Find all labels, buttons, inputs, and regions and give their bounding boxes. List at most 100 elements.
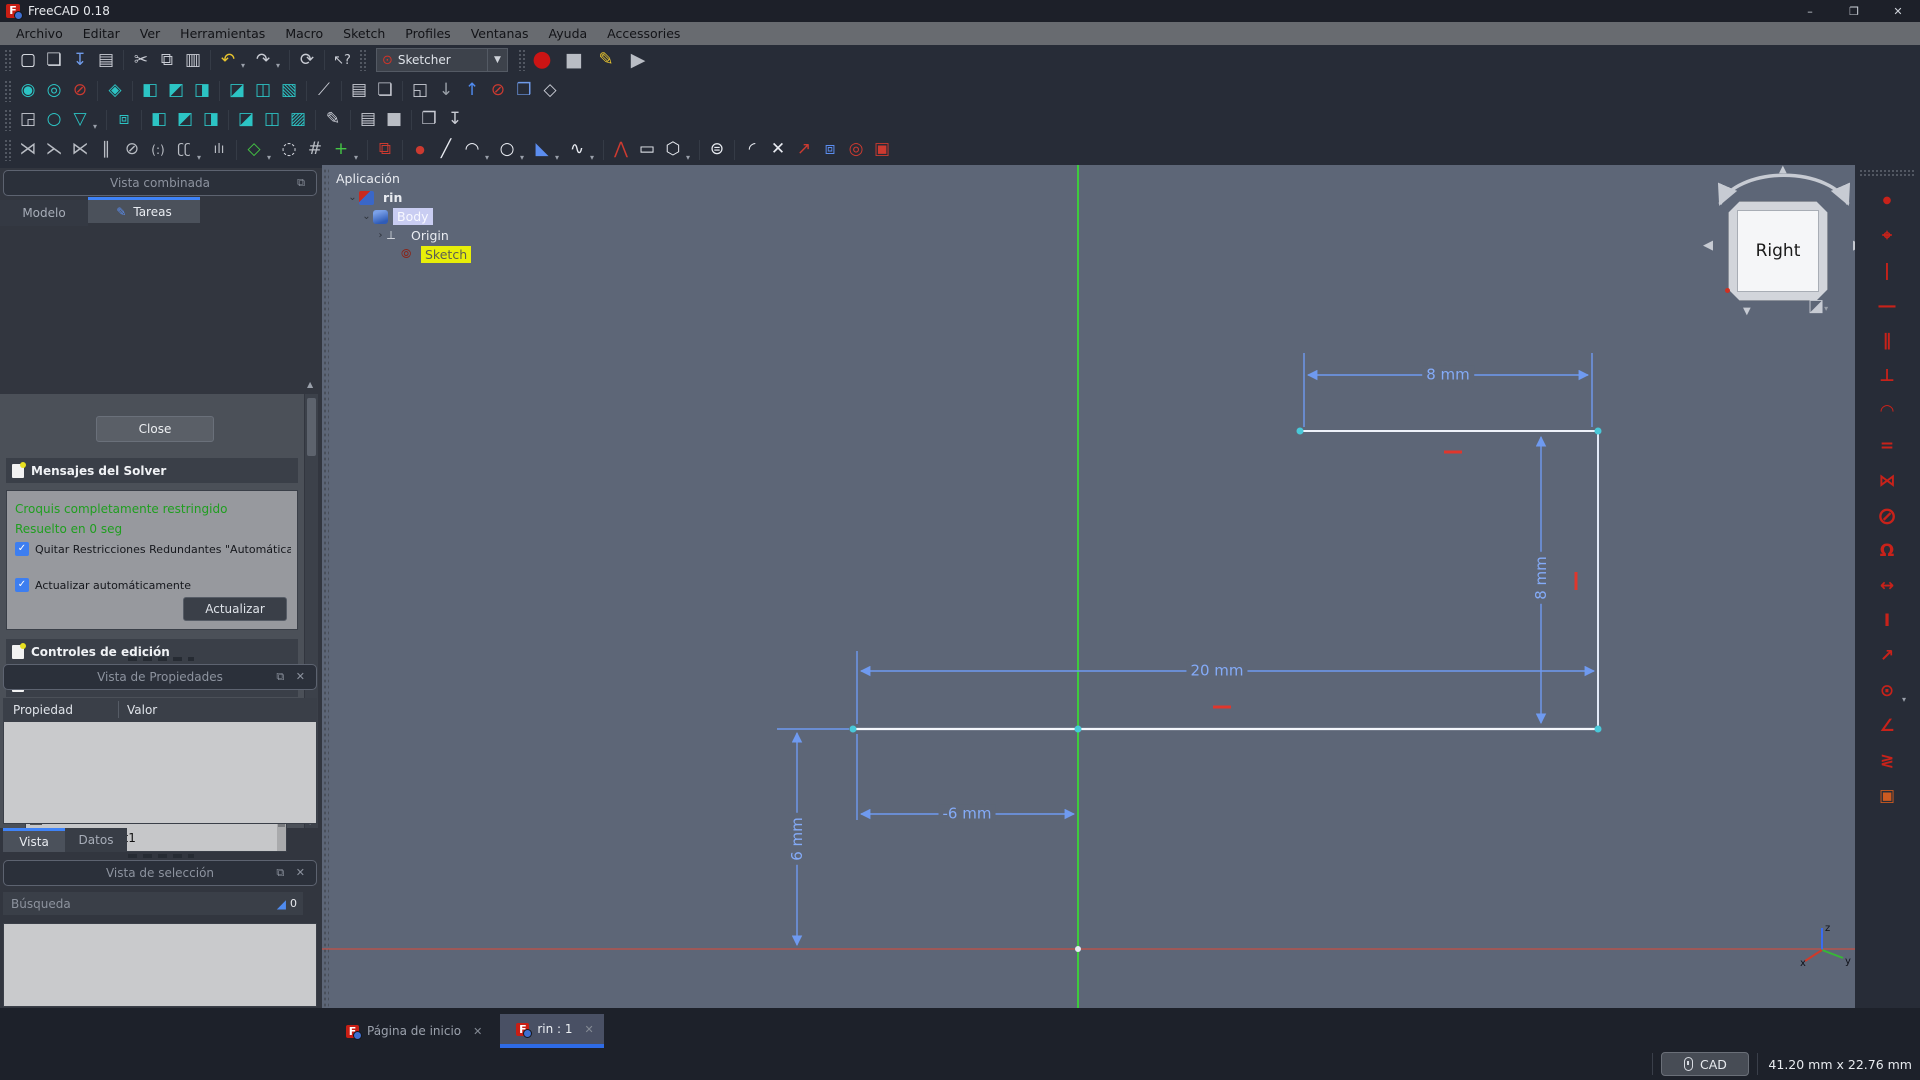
redo-icon[interactable]: ↷ [250,47,276,73]
chevron-down-icon[interactable]: ▾ [686,153,695,165]
external-geometry-icon[interactable]: ⧈ [817,137,843,163]
toggle-construction-icon[interactable]: ▣ [869,137,895,163]
clone-geometry-icon[interactable]: ⧉ [372,137,398,163]
close-window-button[interactable]: ✕ [1876,0,1920,22]
create-arc-icon[interactable]: ◠ [459,137,485,163]
sketch-vertex[interactable] [1595,726,1602,733]
menu-profiles[interactable]: Profiles [395,23,460,44]
constraint-internal-ellipse-icon[interactable]: ⊘ [119,137,145,163]
sketch-vertex[interactable] [1297,428,1304,435]
macro-run-icon[interactable]: ▶ [625,47,651,73]
carbon-copy-icon[interactable]: ◎ [843,137,869,163]
macro-edit-icon[interactable]: ✎ [593,47,619,73]
sketch-vertex[interactable] [1595,428,1602,435]
body-view-right-icon[interactable]: ◨ [198,107,224,133]
link-make-icon[interactable]: ▤ [346,78,372,104]
chevron-down-icon[interactable]: ▾ [555,153,564,165]
edit-sketch-icon[interactable]: ◇ [241,137,267,163]
checkbox-auto-update[interactable]: ✓ [15,578,29,592]
axis-cross-cube-icon[interactable]: ⧈ [111,107,137,133]
toolbar-drag-handle[interactable] [1859,169,1915,177]
create-circle-icon[interactable]: ○ [494,137,520,163]
create-bspline-icon[interactable]: ∿ [564,137,590,163]
chevron-down-icon[interactable]: ▾ [241,61,250,73]
edit-placement-icon[interactable]: ✎ [320,107,346,133]
tree-root[interactable]: Aplicación [332,169,471,188]
solver-messages-header[interactable]: Mensajes del Solver [6,458,298,483]
3d-viewport[interactable]: 8 mm 8 mm 20 mm -6 mm 6 mm z x y Aplicac… [322,165,1855,1008]
constraint-radius-icon[interactable]: ⊙▾ [1855,673,1919,708]
create-line-icon[interactable]: ╱ [433,137,459,163]
chevron-down-icon[interactable]: ▾ [197,153,206,165]
constraint-block-icon[interactable]: ⊘ [1855,498,1919,533]
tree-item-origin[interactable]: ›⟂Origin [332,226,471,245]
constraint-point-on-object-icon[interactable]: ⌖ [1855,218,1919,253]
splitter-handle[interactable] [128,657,194,661]
close-tab-icon[interactable]: ✕ [473,1025,482,1038]
close-tab-icon[interactable]: ✕ [585,1023,594,1036]
document-tab-p-gina-de-inicio[interactable]: FPágina de inicio✕ [330,1014,492,1048]
view-front-icon[interactable]: ◧ [137,78,163,104]
box-outline-icon[interactable]: ◇ [537,78,563,104]
body-view-top-icon[interactable]: ◩ [172,107,198,133]
tab-vista[interactable]: Vista [3,828,65,852]
view-right-icon[interactable]: ◨ [189,78,215,104]
constraint-angle-icon[interactable]: ∠ [1855,708,1919,743]
constraint-horizontal-distance-icon[interactable]: ↔ [1855,568,1919,603]
blank-tool-icon[interactable]: ■ [381,107,407,133]
print-icon[interactable]: ▤ [93,47,119,73]
body-view-left-icon[interactable]: ▨ [285,107,311,133]
rotate-left-icon[interactable]: ◀ [1703,238,1713,253]
create-rectangle-icon[interactable]: ▭ [634,137,660,163]
checkbox-remove-redundant[interactable]: ✓ [15,542,29,556]
create-polygon-icon[interactable]: ⬡ [660,137,686,163]
menu-accessories[interactable]: Accessories [597,23,690,44]
create-slot-icon[interactable]: ⊜ [704,137,730,163]
measure-distance-icon[interactable]: ⟋ [311,78,337,104]
constraint-symmetric-pair2-icon[interactable]: ⋋ [41,137,67,163]
view-grid-icon[interactable]: # [302,137,328,163]
minimize-button[interactable]: – [1788,0,1832,22]
view-bottom-icon[interactable]: ◫ [250,78,276,104]
toggle-driving-constraint-icon[interactable]: ▣ [1855,778,1919,813]
tab-modelo[interactable]: Modelo [0,200,88,226]
dimension-neg6mm-label[interactable]: -6 mm [939,804,996,822]
constraint-symmetric-pair-icon[interactable]: ⋊ [15,137,41,163]
chevron-down-icon[interactable]: ▾ [590,153,599,165]
constraint-vertical-distance-icon[interactable]: I [1855,603,1919,638]
sort-histogram-icon[interactable]: ılı [206,137,232,163]
origin-point[interactable] [1075,946,1081,952]
arrow-up-icon[interactable]: ↑ [459,78,485,104]
nav-cube-face-right[interactable]: Right [1737,210,1819,292]
filter-funnel-icon[interactable]: ◢ [277,897,286,911]
nav-style-button[interactable]: CAD [1661,1052,1749,1076]
arrow-down-icon[interactable]: ↓ [433,78,459,104]
constraint-distance-icon[interactable]: ↗ [1855,638,1919,673]
copy-object-icon[interactable]: ❐ [416,107,442,133]
view-rear-icon[interactable]: ◪ [224,78,250,104]
menu-ventanas[interactable]: Ventanas [461,23,539,44]
chevron-down-icon[interactable]: ▾ [520,153,529,165]
tab-datos[interactable]: Datos [65,828,127,852]
new-file-icon[interactable]: ▢ [15,47,41,73]
constraint-block-edge-icon[interactable]: ⋉ [67,137,93,163]
search-input[interactable]: Búsqueda [3,897,277,911]
float-close-icons[interactable]: ⧉ ✕ [276,670,309,684]
chevron-down-icon[interactable]: ▾ [485,153,494,165]
splitter-handle[interactable] [128,854,194,858]
constraint-arcs-icon[interactable]: ʗʗ [171,137,197,163]
combo-view-titlebar[interactable]: Vista combinada ⧉ [3,170,317,196]
toggle-snap-icon[interactable]: + [328,137,354,163]
update-button[interactable]: Actualizar [183,597,287,621]
stamp-tool-icon[interactable]: ▤ [355,107,381,133]
zoom-in-icon[interactable]: ○ [41,107,67,133]
body-view-front-icon[interactable]: ◧ [146,107,172,133]
constraint-snell-icon[interactable]: ≷ [1855,743,1919,778]
create-fillet-icon[interactable]: ◜ [739,137,765,163]
constraint-equal-icon[interactable]: = [1855,428,1919,463]
constraint-horizontal-icon[interactable]: ― [1855,288,1919,323]
menu-ayuda[interactable]: Ayuda [539,23,598,44]
mark-invalid-icon[interactable]: ⊘ [485,78,511,104]
whats-this-icon[interactable]: ↖? [329,47,355,73]
fit-selection-icon[interactable]: ◎ [41,78,67,104]
